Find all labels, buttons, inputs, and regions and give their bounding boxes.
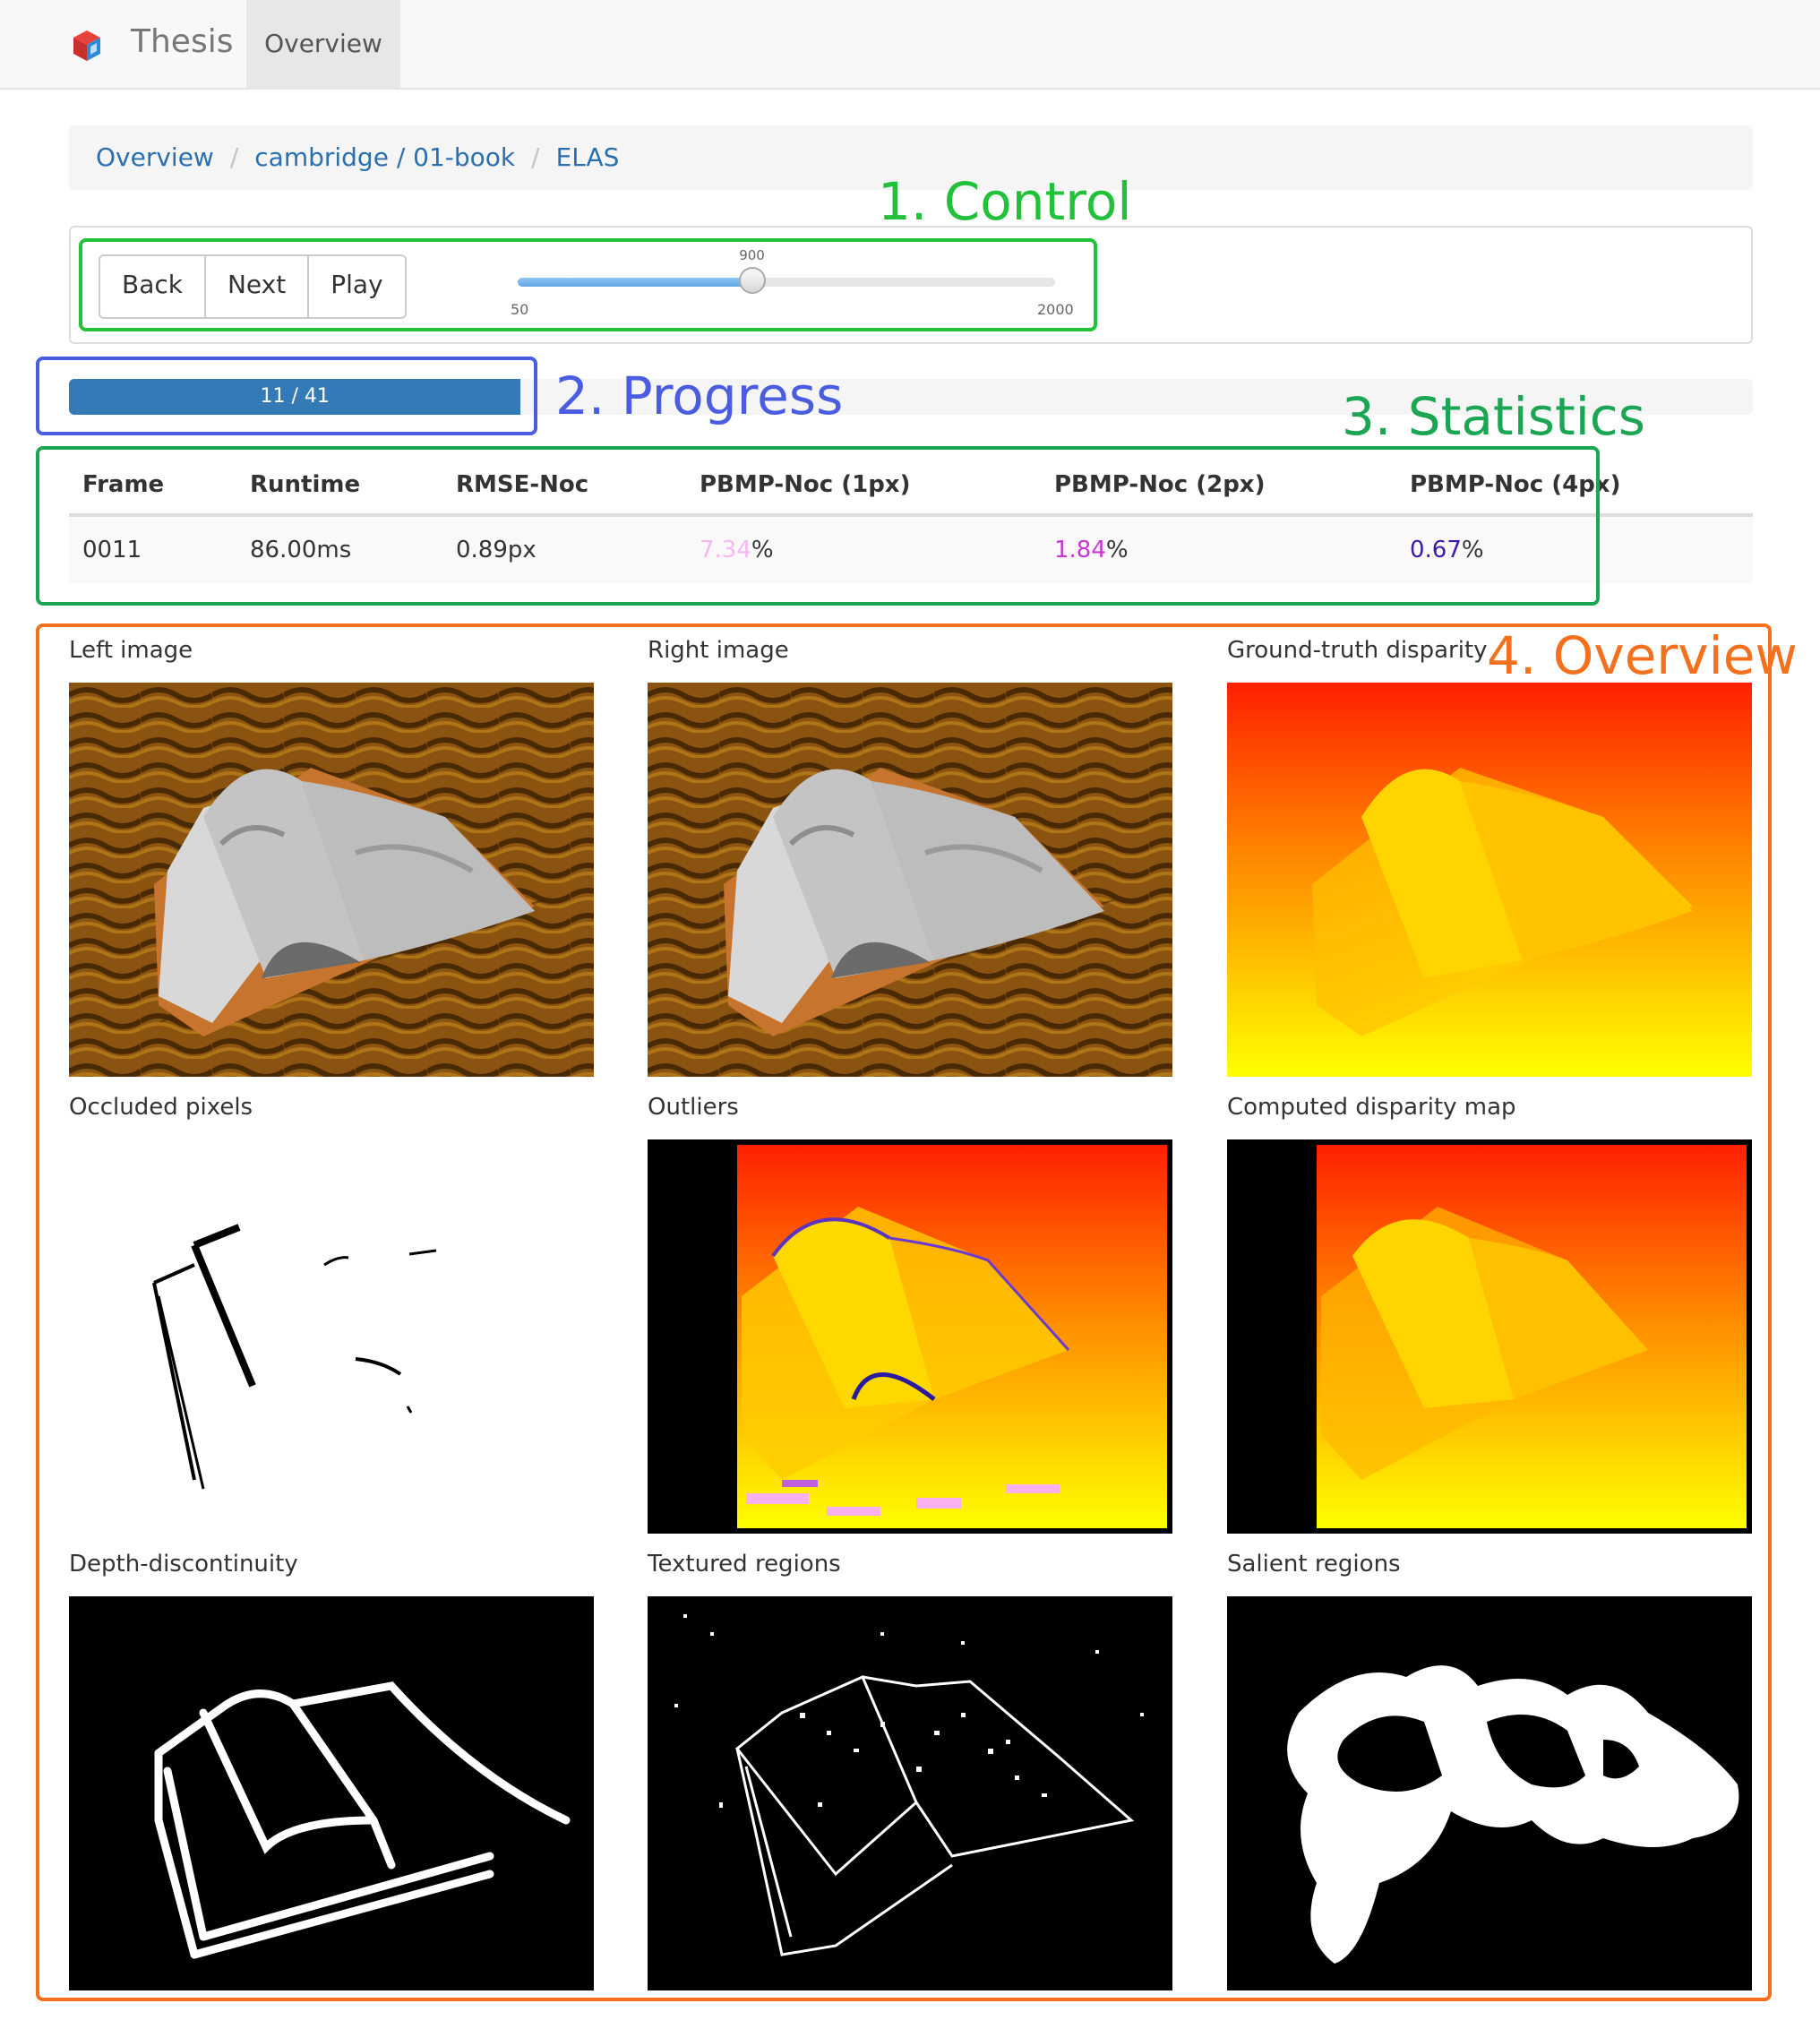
breadcrumb-method[interactable]: ELAS	[556, 142, 620, 172]
control-annotation-label: 1. Control	[878, 171, 1132, 232]
outliers-image[interactable]	[648, 1139, 1172, 1534]
title-depth-discontinuity: Depth-discontinuity	[69, 1551, 298, 1578]
textured-regions-image[interactable]	[648, 1596, 1172, 1990]
breadcrumb-overview[interactable]: Overview	[96, 142, 214, 172]
navbar: Thesis Overview	[0, 0, 1820, 90]
left-image[interactable]	[69, 683, 594, 1077]
breadcrumb-separator: /	[531, 142, 540, 172]
progress-annotation-label: 2. Progress	[555, 365, 844, 426]
progress-annotation-box	[36, 357, 537, 435]
computed-disparity-image[interactable]	[1227, 1139, 1752, 1534]
depth-discontinuity-image[interactable]	[69, 1596, 594, 1990]
title-left-image: Left image	[69, 637, 193, 664]
right-image[interactable]	[648, 683, 1172, 1077]
tab-overview[interactable]: Overview	[246, 0, 400, 88]
title-outliers: Outliers	[648, 1094, 739, 1121]
title-ground-truth: Ground-truth disparity	[1227, 637, 1488, 664]
title-computed-disparity: Computed disparity map	[1227, 1094, 1516, 1121]
title-occluded: Occluded pixels	[69, 1094, 253, 1121]
title-right-image: Right image	[648, 637, 789, 664]
salient-regions-image[interactable]	[1227, 1596, 1752, 1990]
overview-annotation-label: 4. Overview	[1487, 625, 1798, 686]
title-textured: Textured regions	[648, 1551, 841, 1578]
occluded-pixels-image[interactable]	[69, 1139, 594, 1534]
cube-logo-icon[interactable]	[72, 29, 102, 63]
statistics-annotation-label: 3. Statistics	[1342, 386, 1645, 447]
breadcrumb-dataset[interactable]: cambridge / 01-book	[254, 142, 515, 172]
statistics-annotation-box	[36, 446, 1600, 606]
brand-name[interactable]: Thesis	[131, 20, 233, 64]
ground-truth-disparity-image[interactable]	[1227, 683, 1752, 1077]
breadcrumb-separator: /	[229, 142, 239, 172]
control-annotation-box	[79, 238, 1097, 331]
title-salient: Salient regions	[1227, 1551, 1401, 1578]
